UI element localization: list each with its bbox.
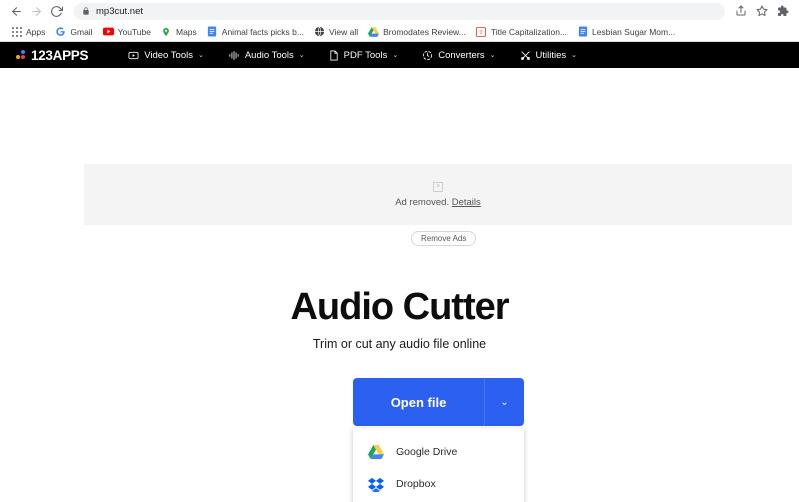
lock-icon bbox=[82, 7, 90, 15]
chevron-down-icon: ⌄ bbox=[392, 52, 399, 59]
bookmark-label: Maps bbox=[175, 26, 197, 37]
maps-pin-icon bbox=[161, 26, 172, 37]
bookmark-lesbian-sugar-mom[interactable]: Lesbian Sugar Mom... bbox=[572, 24, 680, 39]
dropdown-item-google-drive[interactable]: Google Drive bbox=[353, 436, 524, 468]
dropdown-item-label: Google Drive bbox=[396, 446, 458, 458]
bookmark-label: Animal facts picks b... bbox=[221, 26, 304, 37]
share-install-icon[interactable] bbox=[731, 1, 751, 21]
nav-label: PDF Tools bbox=[343, 49, 388, 61]
bookmark-label: Gmail bbox=[70, 26, 93, 37]
back-button[interactable] bbox=[6, 1, 26, 21]
bookmark-label: Title Capitalization... bbox=[490, 26, 568, 37]
video-play-icon bbox=[128, 50, 139, 61]
google-drive-icon bbox=[368, 26, 380, 37]
utilities-tools-icon bbox=[520, 50, 531, 61]
title-case-icon: T bbox=[476, 26, 487, 37]
dropdown-item-dropbox[interactable]: Dropbox bbox=[353, 468, 524, 500]
google-docs-icon bbox=[207, 26, 218, 37]
google-drive-icon bbox=[368, 444, 384, 460]
bookmark-gmail[interactable]: Gmail bbox=[50, 24, 97, 39]
pdf-file-icon bbox=[329, 50, 339, 61]
forward-button[interactable] bbox=[26, 1, 46, 21]
youtube-icon bbox=[102, 26, 114, 37]
ad-close-icon[interactable]: × bbox=[433, 181, 443, 192]
site-logo[interactable]: 123APPS bbox=[16, 48, 88, 63]
bookmark-label: View all bbox=[328, 26, 359, 37]
chevron-down-icon: ⌄ bbox=[298, 52, 305, 59]
bookmark-view-all[interactable]: View all bbox=[309, 24, 363, 39]
dropbox-icon bbox=[368, 476, 384, 492]
bookmarks-bar: Apps Gmail YouTube Maps Animal facts pic bbox=[0, 22, 799, 42]
page-title: Audio Cutter bbox=[290, 286, 509, 328]
open-file-dropdown-toggle[interactable]: ⌄ bbox=[484, 378, 524, 426]
nav-label: Utilities bbox=[535, 49, 567, 61]
bookmark-label: Apps bbox=[26, 26, 46, 37]
bookmark-maps[interactable]: Maps bbox=[156, 24, 202, 39]
nav-label: Converters bbox=[438, 49, 485, 61]
chevron-down-icon: ⌄ bbox=[571, 52, 578, 59]
google-docs-icon bbox=[577, 26, 588, 37]
bookmark-label: YouTube bbox=[117, 26, 151, 37]
bookmark-label: Bromodates Review... bbox=[383, 26, 466, 37]
reload-button[interactable] bbox=[46, 1, 66, 21]
browser-toolbar: mp3cut.net bbox=[0, 0, 799, 22]
globe-icon bbox=[314, 26, 325, 37]
logo-text: 123APPS bbox=[31, 47, 89, 63]
ad-details-link[interactable]: Details bbox=[452, 197, 481, 208]
bookmark-label: Lesbian Sugar Mom... bbox=[592, 26, 676, 37]
nav-item-converters[interactable]: Converters ⌄ bbox=[410, 50, 507, 61]
logo-dots-icon bbox=[16, 49, 27, 61]
bookmark-star-icon[interactable] bbox=[752, 1, 772, 21]
svg-text:T: T bbox=[480, 30, 484, 36]
address-bar[interactable]: mp3cut.net bbox=[74, 2, 725, 20]
site-nav: Video Tools ⌄ Audio Tools ⌄ PDF Tools ⌄ … bbox=[116, 50, 589, 61]
nav-item-video-tools[interactable]: Video Tools ⌄ bbox=[116, 50, 216, 61]
bookmark-animal-facts[interactable]: Animal facts picks b... bbox=[202, 24, 309, 39]
page-subtitle: Trim or cut any audio file online bbox=[312, 337, 487, 351]
open-file-dropdown-menu: Google Drive Dropbox From URL bbox=[353, 428, 524, 502]
bookmark-youtube[interactable]: YouTube bbox=[98, 24, 156, 39]
nav-item-utilities[interactable]: Utilities ⌄ bbox=[508, 50, 590, 61]
ad-removed-text: Ad removed. Details bbox=[395, 197, 481, 208]
browser-chrome: mp3cut.net Apps Gmail YouTube Maps Anima… bbox=[0, 0, 799, 42]
bookmark-bromodates[interactable]: Bromodates Review... bbox=[363, 24, 471, 39]
ad-placeholder: × Ad removed. Details bbox=[84, 164, 792, 225]
ad-removed-label: Ad removed. bbox=[395, 196, 450, 208]
nav-item-pdf-tools[interactable]: PDF Tools ⌄ bbox=[317, 50, 411, 61]
nav-label: Video Tools bbox=[144, 49, 193, 61]
dropdown-item-label: Dropbox bbox=[396, 478, 436, 490]
gmail-icon bbox=[55, 26, 66, 37]
open-file-button[interactable]: Open file bbox=[353, 378, 484, 426]
converter-refresh-icon bbox=[422, 50, 433, 61]
nav-item-audio-tools[interactable]: Audio Tools ⌄ bbox=[216, 50, 317, 61]
extensions-puzzle-icon[interactable] bbox=[773, 1, 793, 21]
apps-grid-icon bbox=[11, 26, 22, 37]
toolbar-icon-group bbox=[731, 1, 793, 21]
bookmark-apps[interactable]: Apps bbox=[6, 24, 50, 39]
nav-label: Audio Tools bbox=[244, 49, 294, 61]
bookmark-title-capitalization[interactable]: T Title Capitalization... bbox=[471, 24, 572, 39]
site-header: 123APPS Video Tools ⌄ Audio Tools ⌄ PDF … bbox=[0, 42, 799, 68]
audio-waveform-icon bbox=[228, 50, 240, 61]
chevron-down-icon: ⌄ bbox=[489, 52, 496, 59]
chevron-down-icon: ⌄ bbox=[197, 52, 204, 59]
remove-ads-button[interactable]: Remove Ads bbox=[411, 231, 477, 246]
chevron-down-icon: ⌄ bbox=[500, 396, 509, 408]
open-file-button-group: Open file ⌄ bbox=[353, 378, 524, 426]
page-content: × Ad removed. Details Remove Ads Audio C… bbox=[0, 68, 799, 502]
url-text: mp3cut.net bbox=[96, 5, 143, 17]
